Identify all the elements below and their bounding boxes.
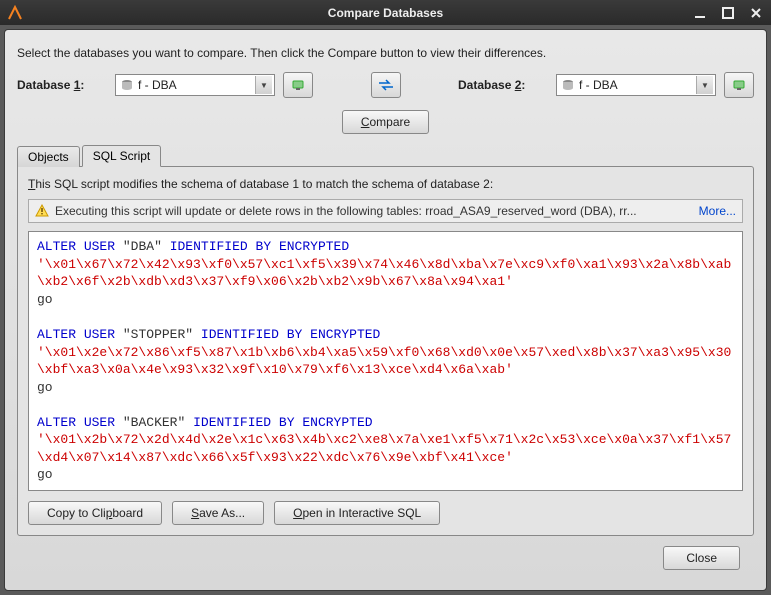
maximize-button[interactable] — [717, 3, 739, 23]
database-2-combo[interactable]: f - DBA ▼ — [556, 74, 716, 96]
database-icon — [120, 78, 134, 92]
chevron-down-icon: ▼ — [255, 76, 272, 94]
chevron-down-icon: ▼ — [696, 76, 713, 94]
save-as-button[interactable]: Save As... — [172, 501, 264, 525]
instruction-text: Select the databases you want to compare… — [17, 46, 754, 60]
database-1-connect-button[interactable] — [283, 72, 313, 98]
warning-icon — [35, 204, 49, 218]
swap-databases-button[interactable] — [371, 72, 401, 98]
database-1-combo[interactable]: f - DBA ▼ — [115, 74, 275, 96]
database-2-label: Database 2: — [458, 78, 548, 92]
copy-to-clipboard-button[interactable]: Copy to Clipboard — [28, 501, 162, 525]
database-2-connect-button[interactable] — [724, 72, 754, 98]
database-icon — [561, 78, 575, 92]
minimize-button[interactable] — [689, 3, 711, 23]
tab-objects[interactable]: Objects — [17, 146, 80, 167]
sql-script-panel: This SQL script modifies the schema of d… — [17, 166, 754, 536]
warning-text: Executing this script will update or del… — [55, 204, 693, 218]
titlebar: Compare Databases — [0, 0, 771, 25]
open-in-isql-button[interactable]: Open in Interactive SQL — [274, 501, 440, 525]
warning-more-link[interactable]: More... — [699, 204, 736, 218]
compare-button[interactable]: Compare — [342, 110, 429, 134]
close-button[interactable]: Close — [663, 546, 740, 570]
warning-bar: Executing this script will update or del… — [28, 199, 743, 223]
close-window-button[interactable] — [745, 3, 767, 23]
sql-script-textarea[interactable]: ALTER USER "DBA" IDENTIFIED BY ENCRYPTED… — [28, 231, 743, 491]
tab-sql-script[interactable]: SQL Script — [82, 145, 162, 167]
window-title: Compare Databases — [0, 6, 771, 20]
panel-description: This SQL script modifies the schema of d… — [28, 177, 743, 191]
database-1-label: Database 1: — [17, 78, 107, 92]
app-icon — [6, 4, 24, 22]
